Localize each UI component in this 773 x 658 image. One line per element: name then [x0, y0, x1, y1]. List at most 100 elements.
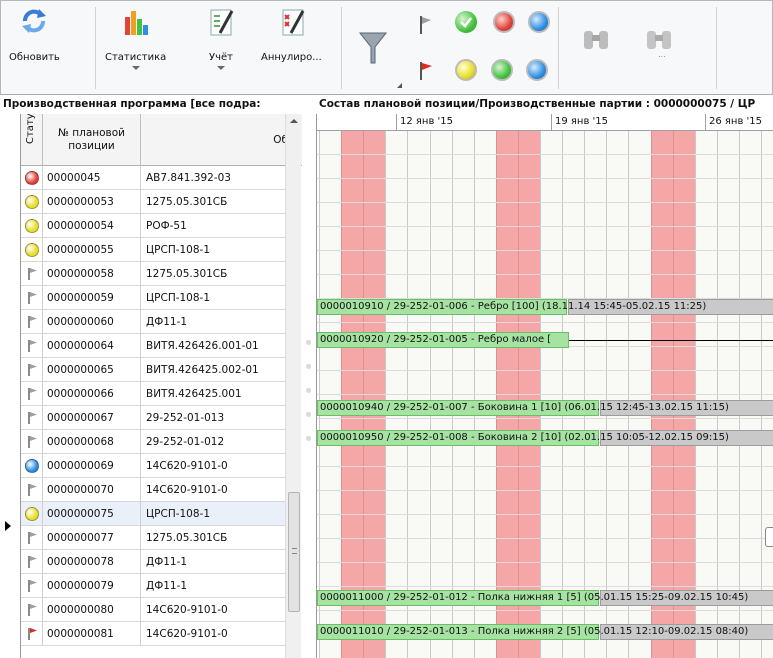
table-row[interactable]: 0000000080 14С620-9101-0	[21, 598, 292, 622]
red-circle-icon[interactable]	[493, 11, 515, 33]
table-row[interactable]: 0000000077 1275.05.301СБ	[21, 526, 292, 550]
production-batch-bar[interactable]: 0000011000 / 29-252-01-012 - Полка нижня…	[317, 590, 773, 606]
table-row[interactable]: 0000000053 1275.05.301СБ	[21, 190, 292, 214]
refresh-icon	[22, 9, 47, 33]
blue-circle-icon[interactable]	[528, 11, 550, 33]
row-gridline	[317, 394, 773, 395]
row-gridline	[317, 154, 773, 155]
status-cell	[21, 334, 43, 358]
grey-flag-icon	[28, 532, 37, 544]
production-batch-bar[interactable]: 0000010950 / 29-252-01-008 - Боковина 2 …	[317, 430, 773, 446]
position-number-cell: 0000000067	[47, 406, 141, 430]
cancel-button[interactable]: Аннулиро...	[261, 7, 322, 63]
designation-cell: 29-252-01-013	[146, 412, 225, 424]
table-row[interactable]: 0000000079 ДФ11-1	[21, 574, 292, 598]
red-flag-icon[interactable]	[419, 61, 433, 81]
column-header-number[interactable]: № плановой позиции	[43, 114, 141, 166]
bar-label: 0000010910 / 29-252-01-006 - Ребро [100]…	[320, 301, 707, 312]
scroll-up-icon[interactable]	[290, 119, 298, 123]
binoculars-icon[interactable]	[581, 25, 611, 55]
row-gridline	[317, 370, 773, 371]
designation-cell: ВИТЯ.426426.001-01	[146, 340, 259, 352]
yellow-circle-icon	[25, 219, 39, 233]
table-row[interactable]: 0000000054 РОФ-51	[21, 214, 292, 238]
dropdown-arrow-icon[interactable]	[217, 66, 225, 70]
status-cell	[21, 190, 43, 214]
grid-scrollbar[interactable]	[285, 114, 301, 658]
position-number-cell: 0000000075	[47, 502, 141, 526]
table-row[interactable]: 0000000058 1275.05.301СБ	[21, 262, 292, 286]
cancel-label: Аннулиро...	[261, 52, 322, 63]
row-selector[interactable]	[0, 514, 20, 538]
ribbon-separator	[95, 7, 96, 89]
gantt-chart: 12 янв '15 19 янв '15 26 янв '15 000001091…	[316, 114, 773, 658]
status-cell	[21, 310, 43, 334]
refresh-button[interactable]: Обновить	[9, 7, 60, 63]
position-number-cell: 0000000053	[47, 190, 141, 214]
grey-flag-icon[interactable]	[419, 15, 433, 35]
table-row[interactable]: 0000000068 29-252-01-012	[21, 430, 292, 454]
grey-flag-icon	[28, 316, 37, 328]
dependency-link	[569, 340, 773, 341]
designation-cell: АВ7.841.392-03	[146, 172, 231, 184]
table-row[interactable]: 00000045 АВ7.841.392-03	[21, 166, 292, 190]
column-header-status[interactable]: Статус	[21, 114, 43, 166]
status-cell	[21, 502, 43, 526]
row-gridline	[317, 514, 773, 515]
panel-splitter[interactable]	[302, 114, 316, 658]
filter-dropdown-icon[interactable]	[397, 83, 402, 88]
ribbon-toolbar: Обновить Статистика Учёт Аннулиро... ...	[0, 0, 773, 95]
grey-flag-icon	[28, 604, 37, 616]
production-batch-bar[interactable]: 0000011010 / 29-252-01-013 - Полка нижня…	[317, 624, 773, 640]
row-gridline	[317, 610, 773, 611]
dropdown-arrow-icon[interactable]	[131, 66, 140, 70]
row-gridline	[317, 418, 773, 419]
position-number-cell: 0000000065	[47, 358, 141, 382]
table-row[interactable]: 0000000067 29-252-01-013	[21, 406, 292, 430]
table-row[interactable]: 0000000055 ЦРСП-108-1	[21, 238, 292, 262]
table-row[interactable]: 0000000069 14С620-9101-0	[21, 454, 292, 478]
splitter-dot	[306, 364, 311, 369]
table-row[interactable]: 0000000059 ЦРСП-108-1	[21, 286, 292, 310]
status-cell	[21, 214, 43, 238]
production-batch-bar[interactable]: 0000010940 / 29-252-01-007 - Боковина 1 …	[317, 400, 773, 416]
timescale-tick: 12 янв '15	[396, 114, 453, 131]
table-row[interactable]: 0000000078 ДФ11-1	[21, 550, 292, 574]
blue-link-circle-icon[interactable]	[526, 59, 548, 81]
column-header-name[interactable]: Об	[142, 114, 292, 166]
grey-flag-icon	[28, 340, 37, 352]
green-check-icon[interactable]	[455, 11, 477, 33]
table-row[interactable]: 0000000081 14С620-9101-0	[21, 622, 292, 646]
binoculars-more-icon[interactable]: ...	[644, 25, 674, 59]
grey-flag-icon	[28, 484, 37, 496]
status-cell	[21, 382, 43, 406]
status-cell	[21, 262, 43, 286]
yellow-circle-icon[interactable]	[455, 59, 477, 81]
checklist-icon	[210, 9, 234, 36]
production-batch-bar[interactable]: 0000010920 / 29-252-01-005 - Ребро малое…	[317, 332, 569, 348]
designation-cell: 1275.05.301СБ	[146, 268, 228, 280]
accounting-button[interactable]: Учёт	[206, 7, 236, 70]
bar-label: 0000010950 / 29-252-01-008 - Боковина 2 …	[320, 432, 729, 443]
statistics-button[interactable]: Статистика	[105, 7, 166, 70]
table-row[interactable]: 0000000070 14С620-9101-0	[21, 478, 292, 502]
grey-flag-icon	[28, 580, 37, 592]
designation-cell: ЦРСП-108-1	[146, 508, 211, 520]
green-circle-icon[interactable]	[491, 59, 513, 81]
table-row[interactable]: 0000000060 ДФ11-1	[21, 310, 292, 334]
table-row[interactable]: 0000000066 ВИТЯ.426425.001	[21, 382, 292, 406]
left-panel-title: Производственная программа [все подра:	[0, 96, 316, 113]
table-row[interactable]: 0000000075 ЦРСП-108-1	[21, 502, 292, 526]
grip-icon	[292, 548, 297, 554]
status-cell	[21, 478, 43, 502]
scrollbar-thumb[interactable]	[288, 492, 300, 612]
position-number-cell: 0000000064	[47, 334, 141, 358]
table-row[interactable]: 0000000064 ВИТЯ.426426.001-01	[21, 334, 292, 358]
status-cell	[21, 166, 43, 190]
table-row[interactable]: 0000000065 ВИТЯ.426425.002-01	[21, 358, 292, 382]
production-batch-bar[interactable]: 0000010910 / 29-252-01-006 - Ребро [100]…	[317, 299, 773, 315]
collapsed-panel-tab[interactable]	[765, 527, 773, 547]
current-row-marker-icon	[5, 521, 11, 531]
row-gridline	[317, 274, 773, 275]
filter-icon[interactable]	[358, 29, 388, 67]
